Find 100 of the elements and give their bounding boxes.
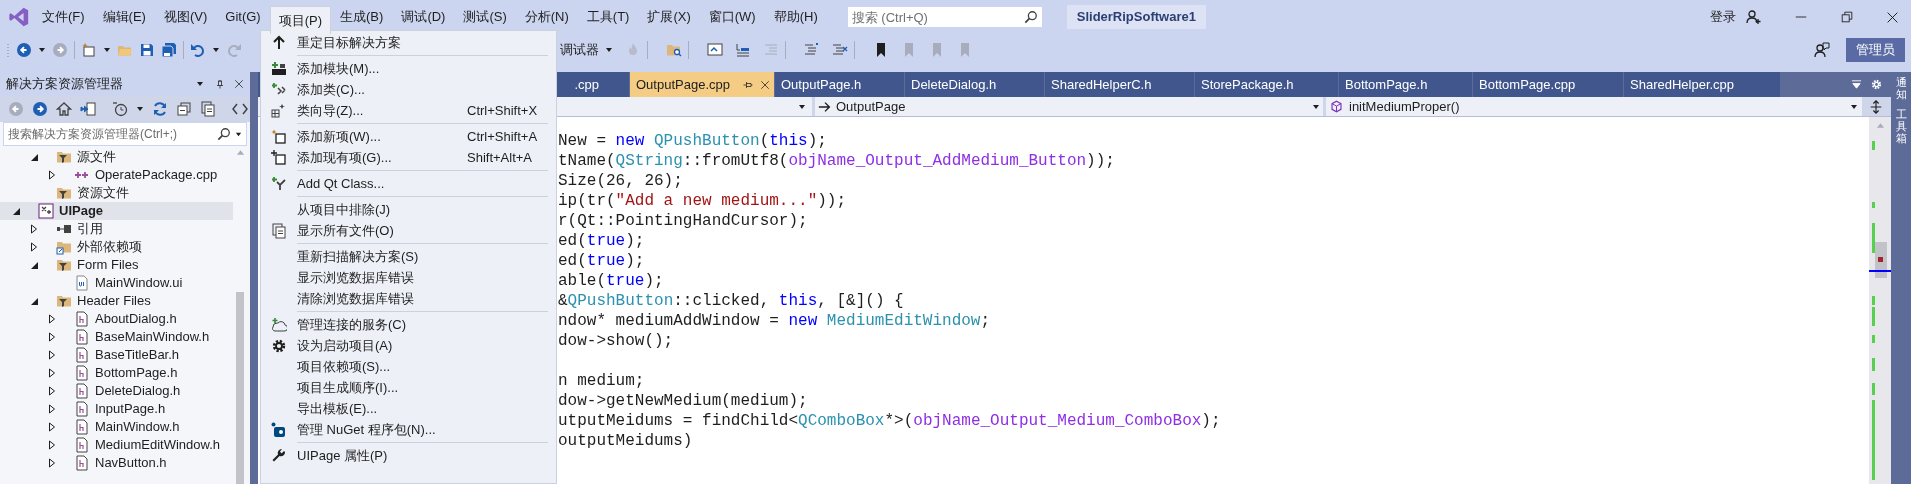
search-field[interactable]: 搜索 (Ctrl+Q) bbox=[846, 6, 1043, 28]
tree-item[interactable]: 源文件 bbox=[0, 148, 233, 166]
menu-option[interactable]: 类向导(Z)... Ctrl+Shift+X bbox=[261, 100, 556, 121]
admin-button[interactable]: 管理员 bbox=[1846, 38, 1905, 62]
editor-tab[interactable]: SharedHelperC.h bbox=[1045, 72, 1195, 97]
back-icon[interactable] bbox=[16, 42, 32, 58]
caret-icon[interactable] bbox=[196, 80, 204, 88]
new-project-icon[interactable] bbox=[81, 42, 97, 58]
tree-item[interactable]: 外部依赖项 bbox=[0, 238, 233, 256]
tree-item[interactable]: AboutDialog.h bbox=[0, 310, 233, 328]
menu-item[interactable]: 扩展(X) bbox=[638, 5, 700, 29]
scope-dropdown[interactable]: OutputPage bbox=[815, 97, 1323, 116]
menu-option[interactable]: 添加模块(M)... bbox=[261, 58, 556, 79]
tree-item[interactable]: NavButton.h bbox=[0, 454, 233, 472]
menu-option[interactable]: UIPage 属性(P) bbox=[261, 445, 556, 466]
tree-item[interactable]: Form Files bbox=[0, 256, 233, 274]
editor-tab[interactable]: DeleteDialog.h bbox=[905, 72, 1045, 97]
split-icon[interactable] bbox=[1869, 99, 1883, 114]
expanded-arrow-icon[interactable] bbox=[12, 206, 21, 216]
tree-item[interactable]: OperatePackage.cpp bbox=[0, 166, 233, 184]
menu-option[interactable]: 项目依赖项(S)... bbox=[261, 356, 556, 377]
collapsed-arrow-icon[interactable] bbox=[48, 440, 56, 450]
pin-icon[interactable] bbox=[214, 78, 226, 90]
collapsed-arrow-icon[interactable] bbox=[48, 458, 56, 468]
menu-option[interactable]: 显示所有文件(O) bbox=[261, 220, 556, 241]
undo-icon[interactable] bbox=[190, 42, 206, 58]
menu-item[interactable]: 测试(S) bbox=[454, 5, 516, 29]
menu-option[interactable]: 从项目中排除(J) bbox=[261, 199, 556, 220]
editor-tab[interactable]: BottomPage.cpp bbox=[1473, 72, 1624, 97]
menu-item[interactable]: 视图(V) bbox=[154, 5, 217, 29]
tree-item[interactable]: InputPage.h bbox=[0, 400, 233, 418]
menu-option[interactable]: 管理 NuGet 程序包(N)... bbox=[261, 419, 556, 440]
tree-item[interactable]: MediumEditWindow.h bbox=[0, 436, 233, 454]
tree-item[interactable]: Header Files bbox=[0, 292, 233, 310]
save-all-icon[interactable] bbox=[161, 42, 177, 58]
menu-item[interactable]: 分析(N) bbox=[515, 5, 578, 29]
editor-tab[interactable]: SharedHelper.cpp bbox=[1624, 72, 1781, 97]
forward-icon[interactable] bbox=[32, 101, 48, 117]
collapsed-arrow-icon[interactable] bbox=[30, 224, 38, 234]
tree-item[interactable]: UIPage bbox=[0, 202, 233, 220]
tree-item[interactable]: DeleteDialog.h bbox=[0, 382, 233, 400]
caret-icon[interactable] bbox=[103, 46, 111, 54]
menu-item[interactable]: 生成(B) bbox=[331, 5, 393, 29]
expanded-arrow-icon[interactable] bbox=[30, 152, 39, 162]
feedback-icon[interactable] bbox=[1814, 42, 1830, 58]
collapsed-arrow-icon[interactable] bbox=[48, 404, 56, 414]
switch-view-icon[interactable] bbox=[80, 101, 96, 117]
menu-option[interactable]: 重新扫描解决方案(S) bbox=[261, 246, 556, 267]
menu-option[interactable]: 管理连接的服务(C) bbox=[261, 314, 556, 335]
menu-option[interactable]: 重定目标解决方案 bbox=[261, 32, 556, 53]
menu-option[interactable]: 显示浏览数据库错误 bbox=[261, 267, 556, 288]
menu-item[interactable]: 窗口(W) bbox=[699, 5, 765, 29]
menu-item[interactable]: 编辑(E) bbox=[93, 5, 155, 29]
tree-item[interactable]: MainWindow.h bbox=[0, 418, 233, 436]
menu-option[interactable]: Add Qt Class... bbox=[261, 173, 556, 194]
editor-tab[interactable]: OutputPage.h bbox=[775, 72, 905, 97]
menu-option[interactable]: 添加新项(W)... Ctrl+Shift+A bbox=[261, 126, 556, 147]
tree-item[interactable]: 引用 bbox=[0, 220, 233, 238]
menu-option[interactable]: 项目生成顺序(I)... bbox=[261, 377, 556, 398]
caret-icon[interactable] bbox=[212, 46, 220, 54]
collapsed-arrow-icon[interactable] bbox=[48, 422, 56, 432]
menu-option[interactable]: 设为启动项目(A) bbox=[261, 335, 556, 356]
collapsed-arrow-icon[interactable] bbox=[48, 350, 56, 360]
sign-in-link[interactable]: 登录 bbox=[1710, 7, 1736, 27]
sync-icon[interactable] bbox=[152, 101, 168, 117]
collapsed-arrow-icon[interactable] bbox=[48, 314, 56, 324]
tree-item[interactable]: 资源文件 bbox=[0, 184, 233, 202]
settings-icon[interactable] bbox=[1870, 78, 1883, 91]
restore-icon[interactable] bbox=[1840, 10, 1854, 24]
editor-tab[interactable]: StorePackage.h bbox=[1195, 72, 1339, 97]
close-icon[interactable] bbox=[1886, 10, 1899, 24]
tree-item[interactable]: BaseTitleBar.h bbox=[0, 346, 233, 364]
menu-option[interactable]: 添加类(C)... bbox=[261, 79, 556, 100]
scrollbar[interactable] bbox=[233, 148, 247, 484]
editor-tab[interactable]: OutputPage.cpp bbox=[630, 72, 775, 97]
uncomment-lines-icon[interactable] bbox=[832, 42, 848, 58]
expanded-arrow-icon[interactable] bbox=[30, 296, 39, 306]
expanded-arrow-icon[interactable] bbox=[30, 260, 39, 270]
home-icon[interactable] bbox=[56, 101, 72, 117]
collapsed-arrow-icon[interactable] bbox=[48, 332, 56, 342]
caret-icon[interactable] bbox=[136, 105, 144, 113]
menu-item[interactable]: 项目(P) bbox=[269, 6, 332, 34]
history-icon[interactable] bbox=[112, 101, 128, 117]
side-tab[interactable]: 工具箱 bbox=[1895, 108, 1907, 145]
scroll-thumb[interactable] bbox=[1875, 242, 1887, 278]
close-icon[interactable] bbox=[234, 79, 244, 89]
debugger-dropdown[interactable]: 调试器 bbox=[560, 39, 613, 61]
menu-item[interactable]: 文件(F) bbox=[33, 5, 94, 29]
code-icon[interactable] bbox=[232, 101, 248, 117]
side-tab[interactable]: 通知 bbox=[1895, 76, 1907, 101]
caret-icon[interactable] bbox=[38, 46, 46, 54]
collapsed-arrow-icon[interactable] bbox=[48, 368, 56, 378]
menu-item[interactable]: Git(G) bbox=[216, 5, 270, 29]
collapsed-arrow-icon[interactable] bbox=[48, 170, 56, 180]
collapsed-arrow-icon[interactable] bbox=[30, 242, 38, 252]
scrollbar[interactable] bbox=[1869, 117, 1891, 484]
show-all-files-icon[interactable] bbox=[200, 101, 216, 117]
menu-option[interactable]: 导出模板(E)... bbox=[261, 398, 556, 419]
menu-option[interactable]: 添加现有项(G)... Shift+Alt+A bbox=[261, 147, 556, 168]
menu-item[interactable]: 帮助(H) bbox=[764, 5, 827, 29]
